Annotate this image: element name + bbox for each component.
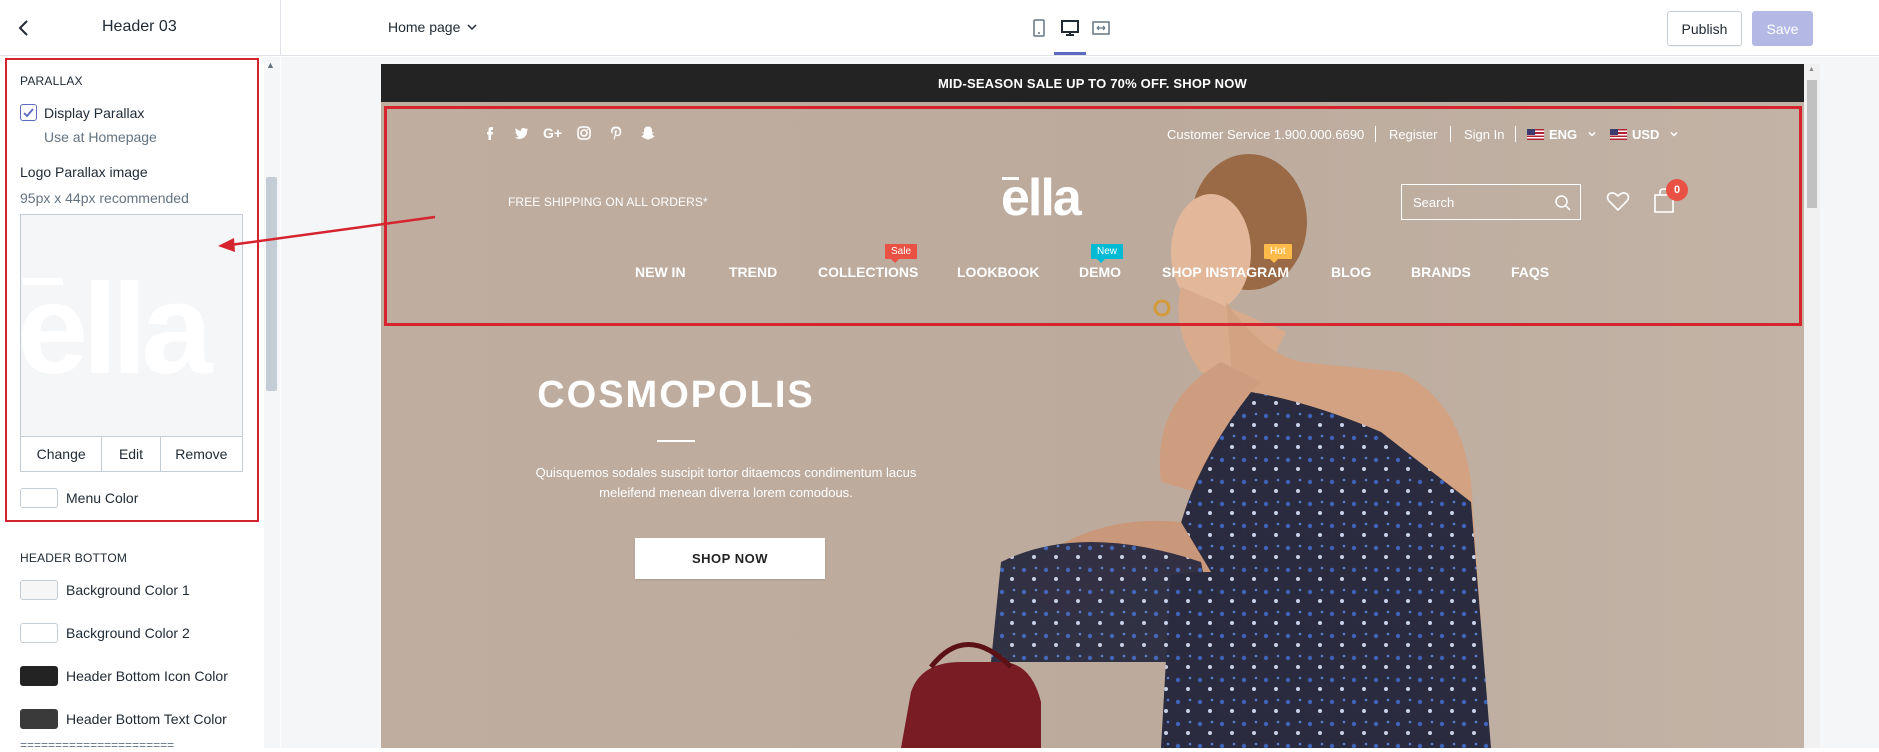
hero-description: Quisquemos sodales suscipit tortor ditae… bbox=[521, 463, 931, 503]
sidebar-scrollbar[interactable] bbox=[264, 57, 280, 748]
search-input[interactable]: Search bbox=[1401, 184, 1581, 220]
display-parallax-help: Use at Homepage bbox=[44, 129, 157, 145]
sign-in-link[interactable]: Sign In bbox=[1464, 127, 1504, 142]
settings-divider: ====================== bbox=[20, 738, 175, 752]
util-separator bbox=[1515, 126, 1516, 142]
google-plus-icon[interactable]: G+ bbox=[543, 124, 565, 142]
ella-logo-image: ella bbox=[21, 258, 219, 401]
checkmark-icon bbox=[23, 108, 34, 118]
editor-topbar: Header 03 Home page Publish Save bbox=[0, 0, 1879, 56]
scroll-up-arrow-icon[interactable]: ▲ bbox=[266, 60, 275, 70]
search-placeholder: Search bbox=[1413, 195, 1455, 210]
scroll-up-arrow-icon[interactable]: ▲ bbox=[1808, 66, 1815, 73]
background-color-2-label: Background Color 2 bbox=[66, 625, 190, 641]
back-arrow-icon[interactable] bbox=[12, 16, 36, 40]
announcement-bar[interactable]: MID-SEASON SALE UP TO 70% OFF. SHOP NOW bbox=[381, 64, 1804, 102]
hot-badge: Hot bbox=[1264, 244, 1292, 263]
logo-parallax-label: Logo Parallax image bbox=[20, 164, 148, 180]
header-bottom-icon-color-label: Header Bottom Icon Color bbox=[66, 668, 228, 684]
nav-lookbook[interactable]: LOOKBOOK bbox=[957, 264, 1039, 280]
desktop-view-icon[interactable] bbox=[1059, 17, 1081, 39]
instagram-icon[interactable] bbox=[575, 124, 593, 142]
search-icon[interactable] bbox=[1554, 194, 1572, 212]
background-color-2-swatch[interactable] bbox=[20, 623, 58, 643]
us-flag-icon bbox=[1527, 129, 1544, 140]
active-view-indicator bbox=[1054, 52, 1086, 55]
us-flag-icon bbox=[1610, 129, 1627, 140]
new-badge: New bbox=[1091, 244, 1124, 263]
hero-divider bbox=[657, 440, 695, 442]
mobile-view-icon[interactable] bbox=[1028, 17, 1050, 39]
publish-button[interactable]: Publish bbox=[1667, 11, 1742, 46]
nav-collections[interactable]: COLLECTIONS bbox=[818, 264, 918, 280]
parallax-heading: PARALLAX bbox=[20, 74, 83, 88]
free-shipping-text: FREE SHIPPING ON ALL ORDERS* bbox=[508, 195, 708, 209]
chevron-down-icon bbox=[1670, 131, 1678, 137]
edit-image-button[interactable]: Edit bbox=[102, 437, 161, 471]
logo-parallax-help: 95px x 44px recommended bbox=[20, 190, 189, 206]
nav-brands[interactable]: BRANDS bbox=[1411, 264, 1471, 280]
nav-demo[interactable]: DEMO bbox=[1079, 264, 1121, 280]
nav-faqs[interactable]: FAQS bbox=[1511, 264, 1549, 280]
util-separator bbox=[1375, 126, 1376, 142]
preview-scrollbar-thumb[interactable] bbox=[1807, 80, 1817, 208]
logo-image-actions: Change Edit Remove bbox=[20, 436, 243, 472]
hero-title: COSMOPOLIS bbox=[537, 374, 815, 416]
nav-shop-instagram[interactable]: SHOP INSTAGRAM bbox=[1162, 264, 1289, 280]
util-separator bbox=[1450, 126, 1451, 142]
remove-image-button[interactable]: Remove bbox=[161, 437, 242, 471]
nav-trend[interactable]: TREND bbox=[729, 264, 777, 280]
display-parallax-checkbox[interactable] bbox=[20, 104, 37, 121]
header-bottom-text-color-swatch[interactable] bbox=[20, 709, 58, 729]
sidebar-scrollbar-thumb[interactable] bbox=[266, 177, 277, 391]
sale-badge: Sale bbox=[885, 244, 918, 263]
chevron-down-icon bbox=[1588, 131, 1596, 137]
customer-service-text: Customer Service 1.900.000.6690 bbox=[1167, 127, 1365, 142]
logo-parallax-preview: ella bbox=[20, 214, 243, 436]
cart-count-badge: 0 bbox=[1666, 179, 1688, 201]
snapchat-icon[interactable] bbox=[639, 124, 657, 142]
wishlist-heart-icon[interactable] bbox=[1606, 190, 1630, 212]
header-bottom-text-color-label: Header Bottom Text Color bbox=[66, 711, 227, 727]
hero-description-line: meleifend menean diverra lorem comodous. bbox=[599, 485, 853, 500]
background-color-1-swatch[interactable] bbox=[20, 580, 58, 600]
currency-label: USD bbox=[1632, 127, 1660, 142]
register-link[interactable]: Register bbox=[1389, 127, 1437, 142]
storefront-preview: MID-SEASON SALE UP TO 70% OFF. SHOP NOW bbox=[381, 64, 1804, 748]
menu-color-label: Menu Color bbox=[66, 490, 139, 506]
language-label: ENG bbox=[1549, 127, 1578, 142]
page-select-label: Home page bbox=[388, 19, 461, 35]
background-color-1-label: Background Color 1 bbox=[66, 582, 190, 598]
nav-blog[interactable]: BLOG bbox=[1331, 264, 1371, 280]
display-parallax-label: Display Parallax bbox=[44, 105, 145, 121]
fullwidth-view-icon[interactable] bbox=[1090, 17, 1112, 39]
twitter-icon[interactable] bbox=[512, 124, 530, 142]
chevron-down-icon bbox=[467, 24, 477, 31]
topbar-divider bbox=[280, 0, 281, 56]
change-image-button[interactable]: Change bbox=[21, 437, 103, 471]
menu-color-swatch[interactable] bbox=[20, 488, 58, 508]
page-select[interactable]: Home page bbox=[388, 19, 478, 35]
facebook-icon[interactable] bbox=[481, 124, 499, 142]
section-title: Header 03 bbox=[102, 18, 177, 35]
hero-description-line: Quisquemos sodales suscipit tortor ditae… bbox=[535, 465, 917, 480]
header-bottom-icon-color-swatch[interactable] bbox=[20, 666, 58, 686]
logo-accent-bar bbox=[1002, 177, 1019, 180]
currency-select[interactable]: USD bbox=[1610, 127, 1679, 142]
header-bottom-heading: HEADER BOTTOM bbox=[20, 551, 128, 565]
pinterest-icon[interactable] bbox=[607, 124, 625, 142]
save-button[interactable]: Save bbox=[1752, 11, 1813, 46]
svg-text:G+: G+ bbox=[543, 125, 562, 141]
nav-new-in[interactable]: NEW IN bbox=[635, 264, 686, 280]
shop-now-button[interactable]: SHOP NOW bbox=[635, 538, 825, 579]
language-select[interactable]: ENG bbox=[1527, 127, 1597, 142]
